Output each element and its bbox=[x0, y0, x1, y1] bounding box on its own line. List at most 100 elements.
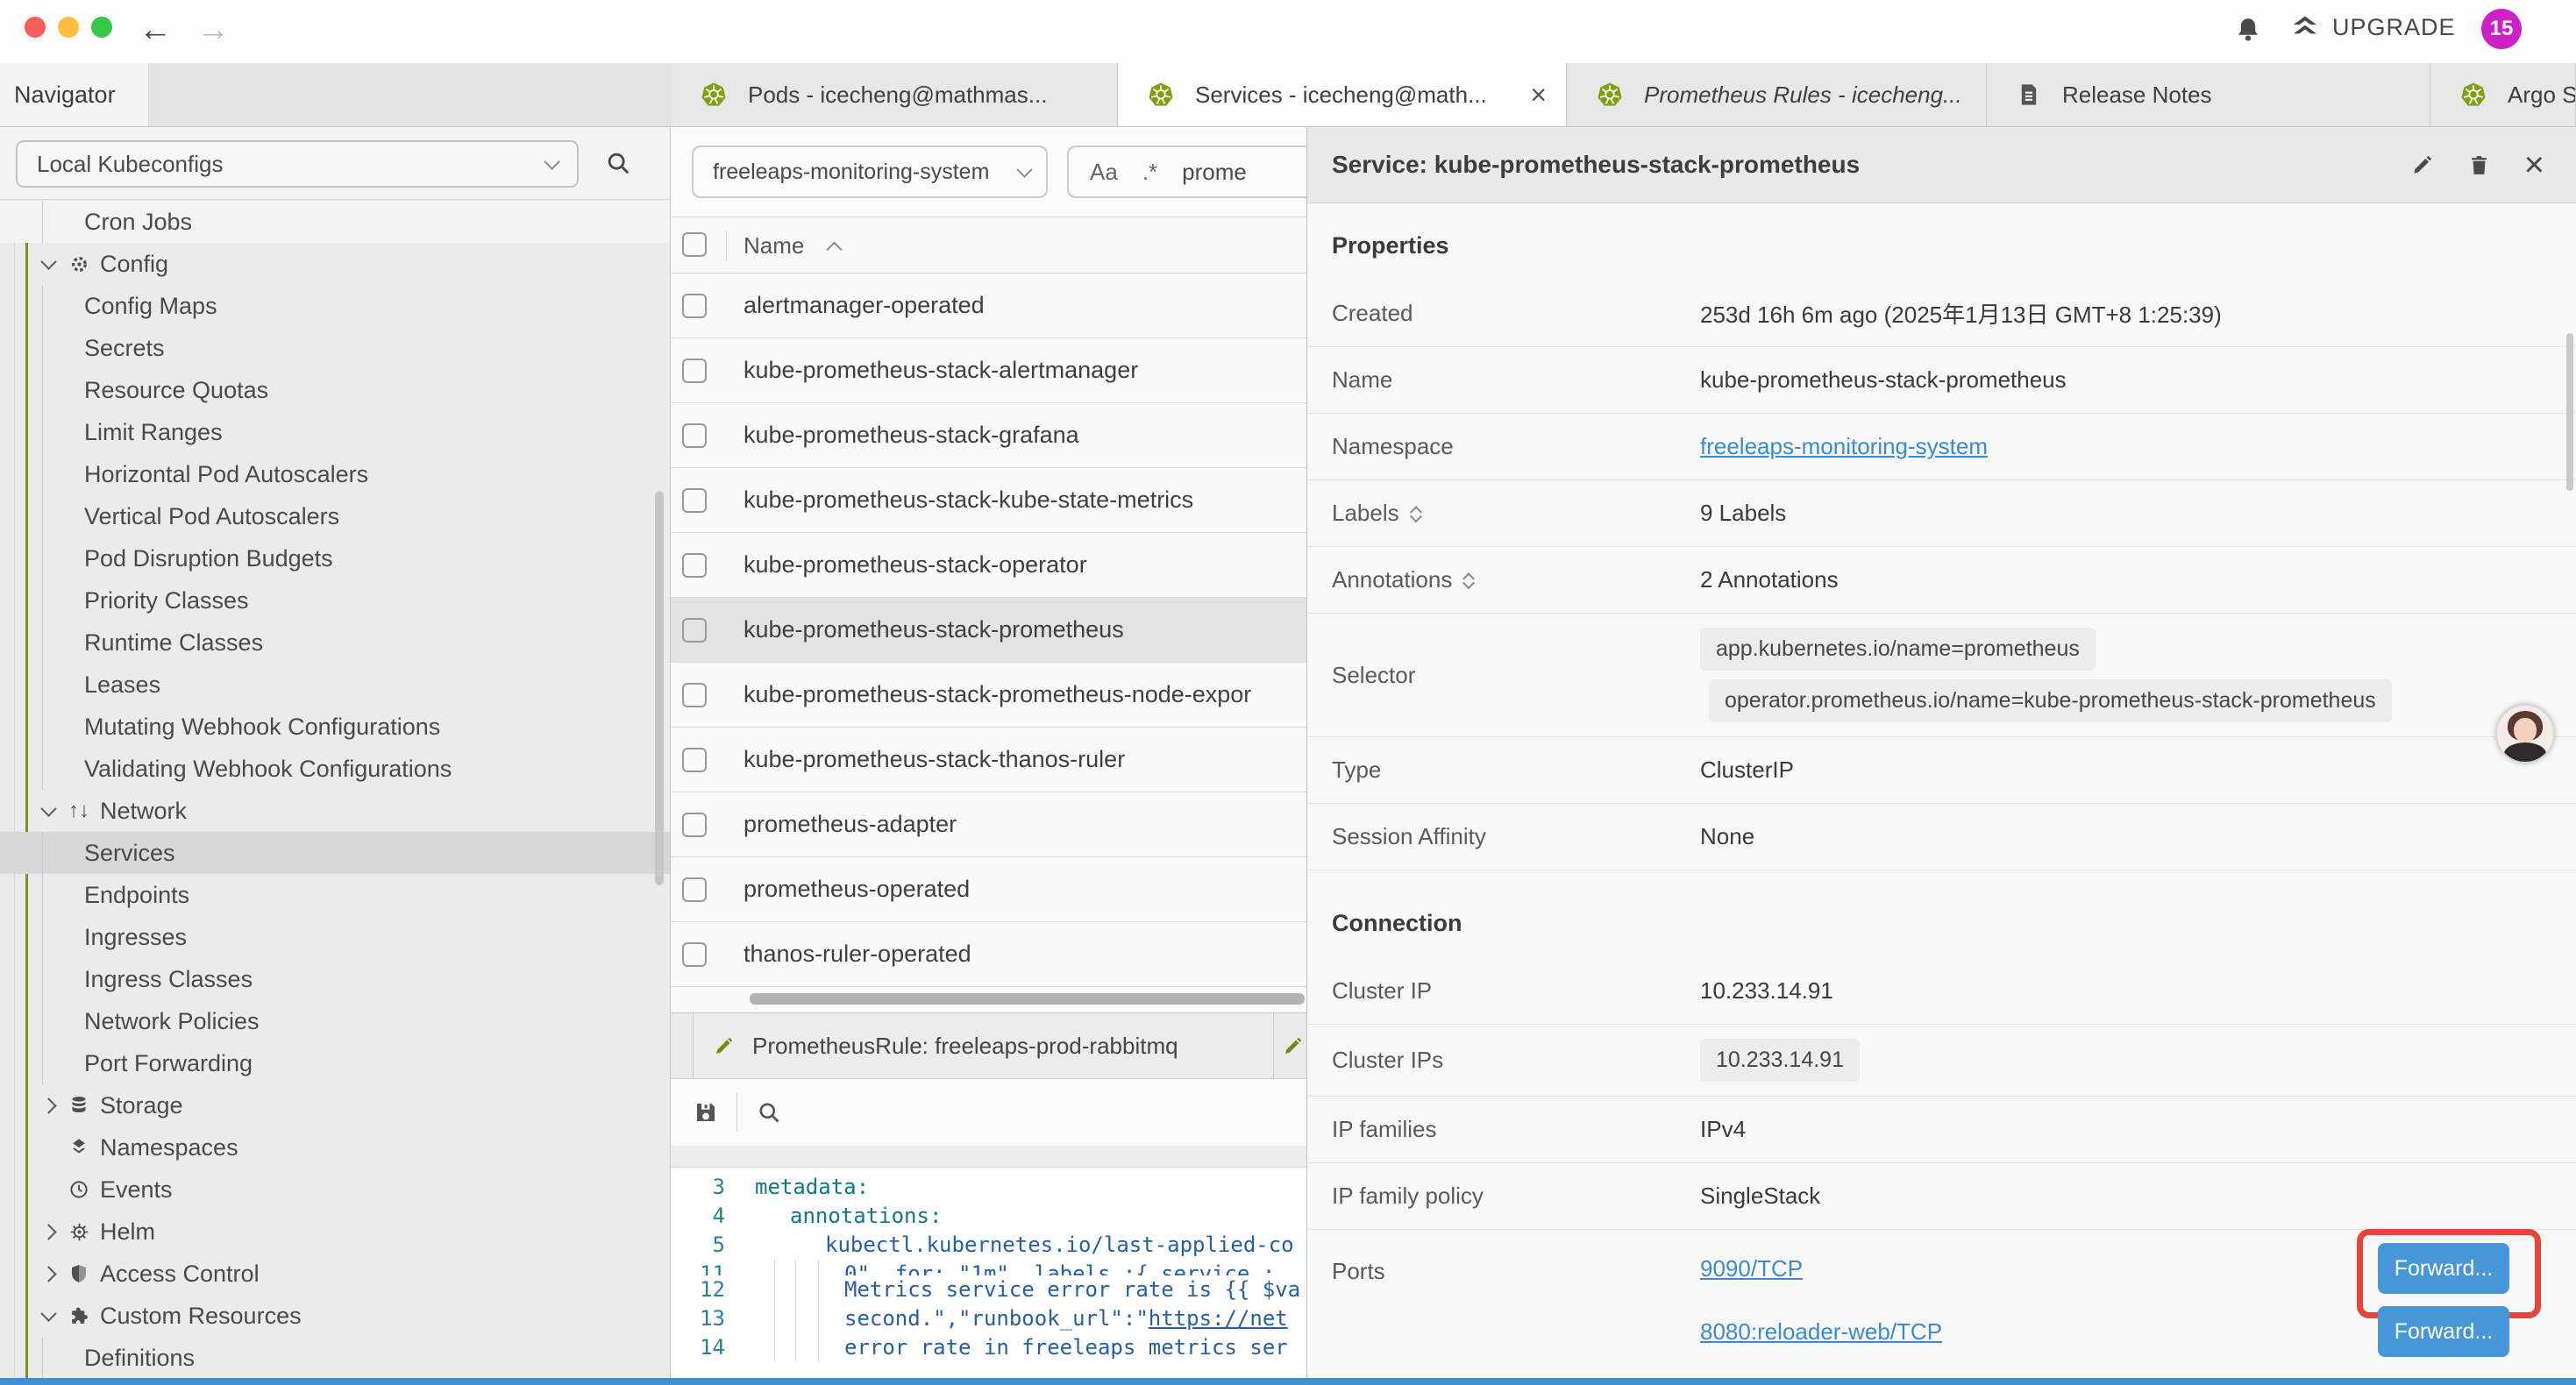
row-checkbox[interactable] bbox=[682, 423, 707, 448]
table-row[interactable]: kube-prometheus-stack-prometheus bbox=[671, 598, 1306, 663]
chevron-down-icon[interactable] bbox=[39, 1310, 58, 1322]
port-link[interactable]: 8080:reloader-web/TCP bbox=[1700, 1318, 1942, 1346]
navigator-panel-tab[interactable]: Navigator bbox=[0, 63, 149, 126]
dock-tab-prometheusrule[interactable]: PrometheusRule: freeleaps-prod-rabbitmq bbox=[693, 1013, 1274, 1078]
table-row[interactable]: kube-prometheus-stack-kube-state-metrics bbox=[671, 468, 1306, 533]
sidebar-item-storage[interactable]: Storage bbox=[0, 1084, 670, 1126]
row-checkbox[interactable] bbox=[682, 294, 707, 318]
sidebar-item-network[interactable]: ↑↓Network bbox=[0, 790, 670, 832]
row-checkbox[interactable] bbox=[682, 553, 707, 578]
sidebar-search-icon[interactable] bbox=[605, 150, 631, 176]
tab-release[interactable]: Release Notes bbox=[1987, 63, 2430, 126]
close-tab-icon[interactable]: × bbox=[1511, 79, 1566, 111]
details-scrollbar[interactable] bbox=[2566, 333, 2573, 491]
row-checkbox[interactable] bbox=[682, 683, 707, 707]
sidebar-item-mutating-webhook-configurations[interactable]: Mutating Webhook Configurations bbox=[0, 706, 670, 748]
namespace-filter-dropdown[interactable]: freeleaps-monitoring-system bbox=[692, 146, 1048, 198]
expand-sort-icon[interactable] bbox=[1412, 504, 1420, 523]
sidebar-item-port-forwarding[interactable]: Port Forwarding bbox=[0, 1042, 670, 1084]
edit-service-icon[interactable] bbox=[2410, 153, 2434, 177]
expand-sort-icon[interactable] bbox=[1464, 571, 1473, 590]
search-input[interactable]: prome bbox=[1182, 159, 1247, 186]
sidebar-item-priority-classes[interactable]: Priority Classes bbox=[0, 579, 670, 621]
row-checkbox[interactable] bbox=[682, 618, 707, 643]
sidebar-item-runtime-classes[interactable]: Runtime Classes bbox=[0, 621, 670, 664]
table-row[interactable]: prometheus-operated bbox=[671, 857, 1306, 922]
sidebar-item-vertical-pod-autoscalers[interactable]: Vertical Pod Autoscalers bbox=[0, 495, 670, 537]
table-row[interactable]: kube-prometheus-stack-operator bbox=[671, 533, 1306, 598]
chevron-down-icon[interactable] bbox=[39, 806, 58, 817]
table-row[interactable]: kube-prometheus-stack-grafana bbox=[671, 403, 1306, 468]
chevron-right-icon[interactable] bbox=[39, 1268, 58, 1280]
row-checkbox[interactable] bbox=[682, 942, 707, 967]
row-checkbox[interactable] bbox=[682, 488, 707, 513]
forward-button[interactable]: Forward... bbox=[2378, 1306, 2509, 1357]
sidebar-item-resource-quotas[interactable]: Resource Quotas bbox=[0, 369, 670, 411]
name-column-header[interactable]: Name bbox=[744, 217, 840, 273]
table-row[interactable]: kube-prometheus-stack-prometheus-node-ex… bbox=[671, 663, 1306, 728]
sidebar-scrollbar[interactable] bbox=[655, 491, 664, 885]
sidebar-item-namespaces[interactable]: Namespaces bbox=[0, 1126, 670, 1168]
sidebar-item-validating-webhook-configurations[interactable]: Validating Webhook Configurations bbox=[0, 748, 670, 790]
sidebar-item-events[interactable]: Events bbox=[0, 1168, 670, 1211]
dock-tab-clipped[interactable] bbox=[1282, 1013, 1306, 1078]
tab-services[interactable]: Services - icecheng@math...× bbox=[1118, 63, 1567, 126]
dock-tab-strip: PrometheusRule: freeleaps-prod-rabbitmq bbox=[671, 1013, 1306, 1079]
sidebar-item-ingress-classes[interactable]: Ingress Classes bbox=[0, 958, 670, 1000]
table-row[interactable]: alertmanager-operated bbox=[671, 273, 1306, 338]
table-row[interactable]: thanos-ruler-operated bbox=[671, 922, 1306, 987]
sidebar-item-access-control[interactable]: Access Control bbox=[0, 1253, 670, 1295]
sidebar-item-pod-disruption-budgets[interactable]: Pod Disruption Budgets bbox=[0, 537, 670, 579]
chevron-right-icon[interactable] bbox=[39, 1100, 58, 1112]
sidebar-item-definitions[interactable]: Definitions bbox=[0, 1337, 670, 1378]
sidebar-item-config-maps[interactable]: Config Maps bbox=[0, 285, 670, 327]
list-search-field[interactable]: Aa .* prome bbox=[1067, 146, 1306, 198]
table-row[interactable]: kube-prometheus-stack-alertmanager bbox=[671, 338, 1306, 403]
save-icon[interactable] bbox=[693, 1099, 719, 1126]
namespace-link[interactable]: freeleaps-monitoring-system bbox=[1700, 433, 1988, 460]
sidebar-item-helm[interactable]: Helm bbox=[0, 1211, 670, 1253]
tab-argo[interactable]: Argo Se bbox=[2430, 63, 2576, 126]
horizontal-scrollbar[interactable] bbox=[750, 993, 1305, 1005]
chevron-down-icon[interactable] bbox=[39, 259, 58, 270]
kubeconfig-dropdown[interactable]: Local Kubeconfigs bbox=[16, 140, 579, 188]
sidebar-item-ingresses[interactable]: Ingresses bbox=[0, 916, 670, 958]
table-row[interactable]: kube-prometheus-stack-thanos-ruler bbox=[671, 728, 1306, 792]
services-table-body: alertmanager-operatedkube-prometheus-sta… bbox=[671, 273, 1306, 987]
select-all-checkbox[interactable] bbox=[682, 232, 707, 257]
row-checkbox[interactable] bbox=[682, 748, 707, 772]
tab-prometheus[interactable]: Prometheus Rules - icecheng... bbox=[1567, 63, 1987, 126]
yaml-editor[interactable]: 3metadata:4annotations:5kubectl.kubernet… bbox=[671, 1168, 1306, 1378]
sidebar-item-services[interactable]: Services bbox=[0, 832, 670, 874]
forward-button[interactable]: → bbox=[196, 7, 230, 53]
notification-count-badge[interactable]: 15 bbox=[2481, 9, 2522, 49]
upgrade-button[interactable]: UPGRADE bbox=[2290, 12, 2456, 42]
sidebar-item-leases[interactable]: Leases bbox=[0, 664, 670, 706]
sidebar-item-cron-jobs[interactable]: Cron Jobs bbox=[0, 201, 670, 243]
sidebar-item-custom-resources[interactable]: Custom Resources bbox=[0, 1295, 670, 1337]
close-window-button[interactable] bbox=[25, 17, 46, 38]
sidebar-item-network-policies[interactable]: Network Policies bbox=[0, 1000, 670, 1042]
case-sensitive-toggle[interactable]: Aa bbox=[1090, 159, 1118, 186]
sidebar-item-config[interactable]: Config bbox=[0, 243, 670, 285]
sidebar-item-limit-ranges[interactable]: Limit Ranges bbox=[0, 411, 670, 453]
row-checkbox[interactable] bbox=[682, 359, 707, 383]
user-avatar[interactable] bbox=[2495, 704, 2555, 764]
sidebar-item-horizontal-pod-autoscalers[interactable]: Horizontal Pod Autoscalers bbox=[0, 453, 670, 495]
notifications-bell-icon[interactable] bbox=[2234, 16, 2262, 44]
sidebar-item-secrets[interactable]: Secrets bbox=[0, 327, 670, 369]
table-row[interactable]: prometheus-adapter bbox=[671, 792, 1306, 857]
delete-service-icon[interactable] bbox=[2467, 153, 2491, 177]
chevron-right-icon[interactable] bbox=[39, 1226, 58, 1238]
editor-search-icon[interactable] bbox=[757, 1100, 781, 1125]
maximize-window-button[interactable] bbox=[91, 17, 112, 38]
regex-toggle[interactable]: .* bbox=[1142, 159, 1157, 186]
port-link[interactable]: 9090/TCP bbox=[1700, 1255, 1803, 1282]
minimize-window-button[interactable] bbox=[58, 17, 79, 38]
tab-pods[interactable]: Pods - icecheng@mathmas... bbox=[671, 63, 1118, 126]
row-checkbox[interactable] bbox=[682, 813, 707, 837]
row-checkbox[interactable] bbox=[682, 877, 707, 902]
back-button[interactable]: ← bbox=[139, 7, 172, 53]
sidebar-item-endpoints[interactable]: Endpoints bbox=[0, 874, 670, 916]
close-details-icon[interactable]: × bbox=[2524, 153, 2544, 177]
